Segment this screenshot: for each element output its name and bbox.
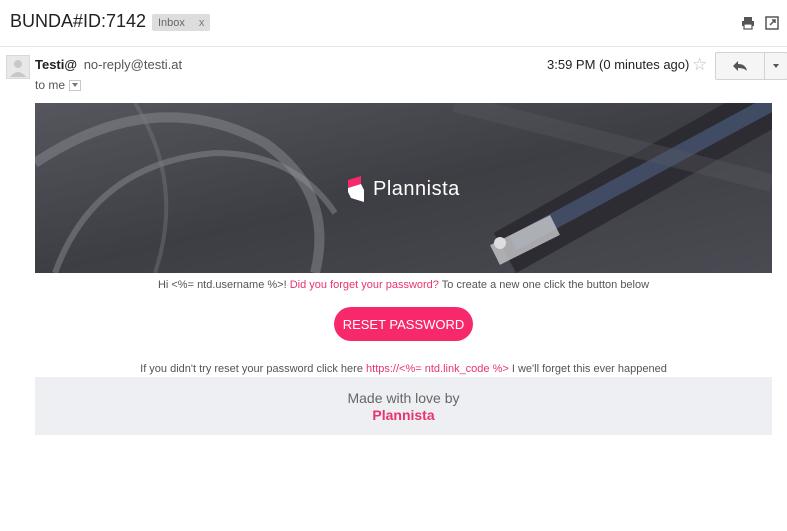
footer-made-with-love: Made with love by <box>347 390 460 406</box>
reply-button[interactable] <box>716 53 765 79</box>
email-banner: Plannista <box>35 103 772 273</box>
recipient-details-button[interactable] <box>69 79 82 91</box>
more-actions-button[interactable] <box>765 53 787 79</box>
remove-label-button[interactable]: x <box>199 17 205 29</box>
forgot-password-link[interactable]: Did you forget your password? <box>290 279 439 291</box>
sender-email: no-reply@testi.at <box>83 57 183 72</box>
greeting-pre: Hi <%= ntd.username %>! <box>157 279 287 291</box>
brand-logo: Plannista <box>347 176 460 202</box>
recipient-text: to me <box>35 78 66 92</box>
print-icon[interactable] <box>741 16 755 30</box>
reply-button-group <box>715 52 787 80</box>
ignore-link[interactable]: https://<%= ntd.link_code %> <box>366 363 509 375</box>
top-actions <box>741 16 779 30</box>
sender-line: Testi@ no-reply@testi.at <box>35 57 182 72</box>
popout-icon[interactable] <box>765 16 779 30</box>
person-icon <box>10 60 26 77</box>
email-subject: BUNDA#ID:7142 <box>10 11 147 31</box>
brand-name: Plannista <box>373 177 460 200</box>
email-footer: Made with love by Plannista <box>35 377 772 435</box>
ignore-post: I we'll forget this ever happened <box>511 363 667 375</box>
ignore-text: If you didn't try reset your password cl… <box>0 363 787 375</box>
sender-name[interactable]: Testi@ <box>35 57 77 72</box>
subject-bar: BUNDA#ID:7142 Inbox x <box>0 0 787 47</box>
recipient-line: to me <box>35 78 82 92</box>
label-chip-text: Inbox <box>158 16 185 29</box>
label-chip-inbox[interactable]: Inbox x <box>152 14 211 31</box>
ignore-pre: If you didn't try reset your password cl… <box>140 363 363 375</box>
plannista-logo-icon <box>348 176 364 202</box>
greeting-text: Hi <%= ntd.username %>! Did you forget y… <box>0 279 787 291</box>
star-icon[interactable]: ☆ <box>692 55 707 75</box>
footer-brand: Plannista <box>372 407 435 423</box>
reset-password-button[interactable]: RESET PASSWORD <box>334 307 473 341</box>
message-time: 3:59 PM (0 minutes ago) <box>547 57 690 72</box>
chevron-down-icon <box>773 64 779 68</box>
reply-icon <box>733 61 747 71</box>
caret-down-icon <box>72 83 79 87</box>
greeting-post: To create a new one click the button bel… <box>441 279 650 291</box>
sender-avatar[interactable] <box>6 55 30 79</box>
